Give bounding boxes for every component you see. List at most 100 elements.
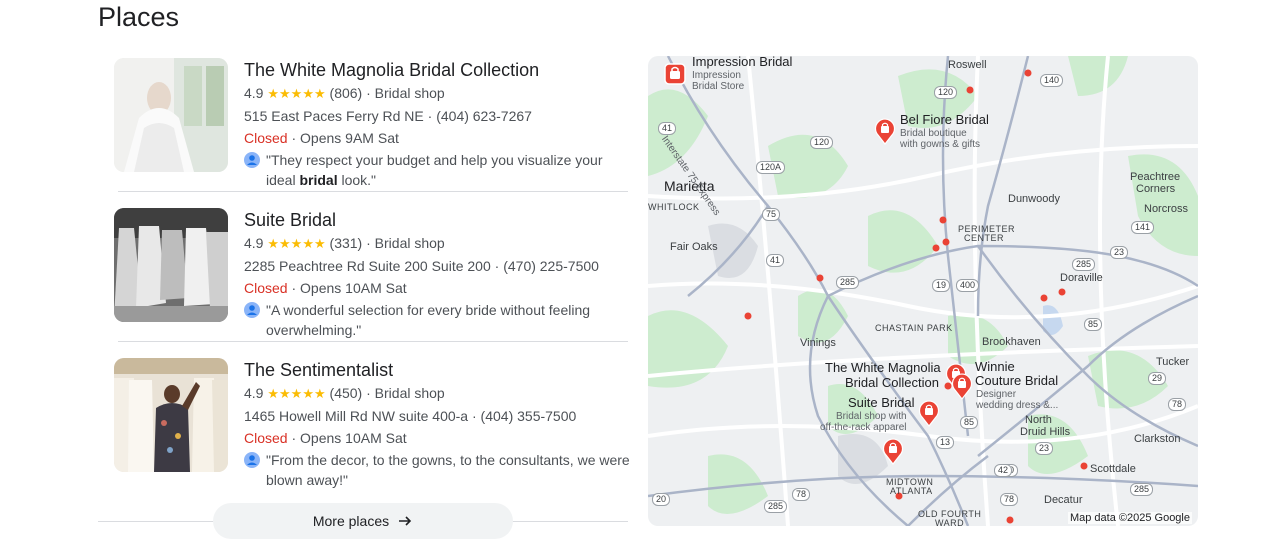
highway-shield: 140 [1040,74,1064,87]
opening-hours: Opens 10AM Sat [300,280,407,296]
impression-bridal-pin-icon[interactable] [664,63,686,85]
highway-shield: 20 [652,493,671,506]
separator: · [291,130,297,146]
place-name[interactable]: The Sentimentalist [244,358,634,382]
place-address: 515 East Paces Ferry Rd NE [244,108,424,124]
highway-shield: 78 [1168,398,1187,411]
place-phone[interactable]: (470) 225-7500 [503,258,599,274]
winnie-couture-pin-icon[interactable] [951,372,973,400]
place-card[interactable]: The White Magnolia Bridal Collection 4.9… [114,58,634,190]
map-area-label: CENTER [964,233,1005,243]
place-name[interactable]: Suite Bridal [244,208,634,232]
review-text: "A wonderful selection for every bride w… [266,302,591,338]
rating-value: 4.9 [244,385,264,401]
place-card[interactable]: Suite Bridal 4.9 ★★★★★ (331) · Bridal sh… [114,208,634,340]
review-count: (331) [329,235,363,251]
map-place-sublabel: with gowns & gifts [900,139,981,150]
highway-shield: 120 [810,136,834,149]
map[interactable]: Impression Bridal Impression Bridal Stor… [648,56,1198,526]
highway-shield: 285 [764,500,788,513]
user-avatar-icon [244,152,260,168]
suite-bridal-pin-icon[interactable] [918,399,940,427]
review-snippet: "They respect your budget and help you v… [244,150,634,190]
map-area-label: Fair Oaks [670,241,718,253]
rating-stars: ★★★★★ [267,86,326,101]
place-hours-row: Closed · Opens 10AM Sat [244,277,634,299]
opening-hours: Opens 10AM Sat [300,430,407,446]
separator: · [366,385,371,401]
map-place-label[interactable]: Winnie [975,360,1015,373]
map-area-label: CHASTAIN PARK [875,323,953,333]
highway-shield: 42 [994,464,1013,477]
place-category: Bridal shop [374,235,445,251]
map-place-label[interactable]: Impression Bridal [692,56,792,68]
place-rating-row: 4.9 ★★★★★ (450) · Bridal shop [244,382,634,405]
highway-shield: 41 [658,122,677,135]
place-phone[interactable]: (404) 623-7267 [436,108,532,124]
rating-stars: ★★★★★ [267,386,326,401]
divider [118,341,628,342]
section-title: Places [98,2,180,32]
place-address-row: 1465 Howell Mill Rd NW suite 400-a · (40… [244,405,634,427]
separator: · [291,280,297,296]
place-photo[interactable] [114,358,228,472]
map-area-label: Clarkston [1134,433,1181,445]
rating-value: 4.9 [244,235,264,251]
highway-shield: 285 [1130,483,1154,496]
highway-shield: 23 [1110,246,1129,259]
highway-shield: 19 [932,279,951,292]
map-place-label[interactable]: Couture Bridal [975,374,1058,387]
map-place-sublabel: off-the-rack apparel [820,422,907,433]
map-area-label: Doraville [1060,272,1103,284]
review-count: (450) [329,385,363,401]
map-area-label: Corners [1136,183,1176,195]
map-place-label[interactable]: The White Magnolia [825,361,941,374]
place-hours-row: Closed · Opens 10AM Sat [244,427,634,449]
place-photo[interactable] [114,58,228,172]
map-area-label: Dunwoody [1008,193,1060,205]
review-text: "From the decor, to the gowns, to the co… [266,452,630,488]
map-attribution: Map data ©2025 Google [1067,512,1192,524]
highway-shield: 85 [1084,318,1103,331]
map-area-label: WHITLOCK [648,202,700,212]
highway-shield: 78 [1000,493,1019,506]
map-area-label: Peachtree [1130,171,1181,183]
map-area-label: North [1025,414,1052,426]
place-name[interactable]: The White Magnolia Bridal Collection [244,58,634,82]
place-phone[interactable]: (404) 355-7500 [481,408,577,424]
map-area-label: Vinings [800,337,836,349]
map-area-label: Tucker [1156,356,1190,368]
place-card[interactable]: The Sentimentalist 4.9 ★★★★★ (450) · Bri… [114,358,634,490]
highway-shield: 13 [936,436,955,449]
highway-shield: 75 [762,208,781,221]
highway-shield: 23 [1035,442,1054,455]
open-status: Closed [244,430,288,446]
highway-shield: 141 [1131,221,1155,234]
review-text-end: look." [337,172,377,188]
bel-fiore-pin-icon[interactable] [874,117,896,145]
more-places-button[interactable]: More places [213,503,513,539]
place-rating-row: 4.9 ★★★★★ (331) · Bridal shop [244,232,634,255]
map-area-label: Scottdale [1090,463,1136,475]
review-snippet: "A wonderful selection for every bride w… [244,300,634,340]
map-place-label[interactable]: Bridal Collection [845,376,939,389]
separator: · [494,258,500,274]
highway-shield: 29 [1148,372,1167,385]
rating-stars: ★★★★★ [267,236,326,251]
sentimentalist-pin-icon[interactable] [882,437,904,465]
highway-shield: 41 [766,254,785,267]
map-place-label[interactable]: Bel Fiore Bridal [900,113,989,126]
place-address-row: 515 East Paces Ferry Rd NE · (404) 623-7… [244,105,634,127]
place-rating-row: 4.9 ★★★★★ (806) · Bridal shop [244,82,634,105]
more-places-label: More places [312,513,390,529]
review-count: (806) [329,85,363,101]
user-avatar-icon [244,452,260,468]
highway-shield: 120 [934,86,958,99]
place-address: 1465 Howell Mill Rd NW suite 400-a [244,408,469,424]
place-photo[interactable] [114,208,228,322]
opening-hours: Opens 9AM Sat [300,130,399,146]
separator: · [427,108,433,124]
separator: · [366,235,371,251]
map-place-label[interactable]: Suite Bridal [848,396,914,409]
open-status: Closed [244,280,288,296]
